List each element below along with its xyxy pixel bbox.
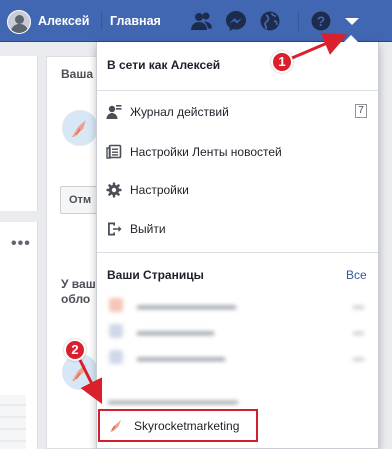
logged-in-as-label: В сети как Алексей [107, 58, 221, 72]
logout-icon [108, 222, 122, 236]
help-icon[interactable]: ? [309, 9, 333, 33]
page-list-item[interactable]: ▬▬▬▬▬▬▬▬▬ ▬ [97, 293, 378, 319]
newsfeed-icon [106, 144, 122, 159]
dropdown-caret [343, 35, 359, 43]
divider [101, 12, 102, 30]
friends-icon[interactable] [190, 9, 214, 33]
svg-text:?: ? [317, 13, 326, 29]
business-manager-heading: ▬▬▬▬▬▬▬▬▬▬▬▬▬ [108, 396, 238, 407]
table-fragment [0, 395, 26, 449]
menu-item-logout[interactable]: Выйти [97, 215, 378, 243]
count-badge: 7 [355, 104, 367, 118]
top-navigation-bar: Алексей Главная ? [0, 0, 392, 42]
menu-item-label: Выйти [130, 222, 166, 236]
rocket-page-icon [110, 420, 121, 432]
step-marker-2: 2 [64, 339, 86, 361]
divider [97, 90, 378, 91]
profile-link[interactable]: Алексей [38, 14, 89, 28]
step-marker-1: 1 [271, 51, 293, 73]
more-options-icon[interactable]: ••• [11, 235, 31, 253]
globe-icon[interactable] [258, 9, 282, 33]
menu-item-settings[interactable]: Настройки [97, 176, 378, 204]
notice-text: У ваш [61, 277, 96, 291]
activity-log-icon [106, 105, 122, 119]
dropdown-arrow-icon[interactable] [340, 9, 364, 33]
menu-item-activity-log[interactable]: Журнал действий [97, 98, 378, 126]
divider [298, 11, 299, 31]
page-name-label: Skyrocketmarketing [134, 419, 240, 433]
page-list-item[interactable]: ▬▬▬▬▬▬▬▬ ▬ [97, 345, 378, 371]
your-pages-heading: Ваши Страницы [107, 268, 204, 282]
see-all-pages-link[interactable]: Все [346, 268, 367, 282]
avatar[interactable] [7, 10, 31, 34]
rocket-logo-icon [62, 110, 98, 146]
menu-item-label: Настройки [130, 183, 189, 197]
home-link[interactable]: Главная [110, 14, 161, 28]
menu-item-label: Настройки Ленты новостей [130, 145, 282, 159]
messenger-icon[interactable] [224, 9, 248, 33]
divider [97, 252, 378, 253]
gear-icon [106, 182, 122, 198]
left-feed-card [0, 56, 38, 211]
menu-item-label: Журнал действий [130, 105, 229, 119]
card-title: Ваша [61, 67, 94, 81]
menu-item-newsfeed-settings[interactable]: Настройки Ленты новостей [97, 138, 378, 166]
notice-text: обло [61, 292, 91, 306]
page-list-item[interactable]: ▬▬▬▬▬▬▬ ▬ [97, 319, 378, 345]
